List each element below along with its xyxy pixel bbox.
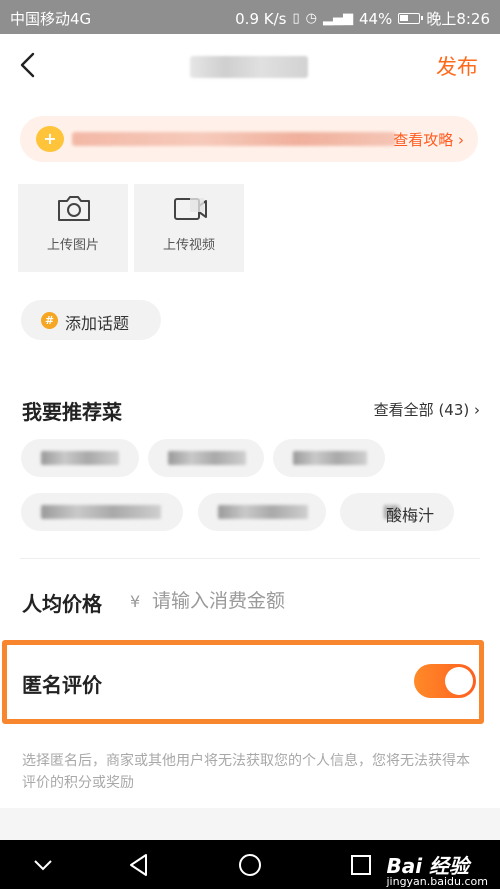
page-title-redacted — [190, 56, 308, 78]
dish-chip[interactable] — [198, 493, 326, 531]
add-topic-button[interactable]: # 添加话题 — [21, 300, 161, 340]
tip-banner[interactable]: + 查看攻略 › — [20, 116, 478, 162]
chevron-down-icon[interactable] — [30, 852, 56, 878]
average-price-label: 人均价格 — [22, 592, 102, 616]
battery-percent: 44% — [358, 9, 393, 28]
publish-button[interactable]: 发布 — [436, 51, 478, 81]
carrier-label: 中国移动4G — [10, 10, 92, 28]
back-arrow-icon[interactable] — [18, 52, 40, 78]
dish-chip-label: 酸梅汁 — [385, 506, 434, 525]
view-guide-link[interactable]: 查看攻略 › — [393, 129, 464, 150]
network-speed: 0.9 K/s — [235, 9, 287, 28]
section-divider — [20, 558, 480, 559]
recommend-dishes-title: 我要推荐菜 — [22, 400, 122, 424]
vibrate-icon: ▯ — [292, 11, 300, 26]
home-circle-icon[interactable] — [237, 852, 263, 878]
anonymous-note: 选择匿名后，商家或其他用户将无法获取您的个人信息，您将无法获得本评价的积分或奖励 — [22, 753, 470, 791]
dish-chip-redacted — [168, 451, 246, 465]
tip-text-redacted — [72, 132, 396, 146]
signal-icon: ▂▄▆ — [322, 11, 353, 26]
anonymous-review-label: 匿名评价 — [22, 673, 102, 697]
status-icons: 0.9 K/s ▯ ◷ ▂▄▆ 44% 晚上8:26 — [235, 8, 490, 29]
upload-photo-button[interactable]: 上传图片 — [18, 184, 128, 272]
alarm-icon: ◷ — [305, 11, 317, 26]
tip-badge-icon: + — [36, 126, 64, 152]
dish-chip[interactable] — [273, 439, 385, 477]
toggle-knob — [445, 667, 473, 695]
bottom-spacer — [0, 808, 500, 840]
dish-chip-redacted — [293, 451, 367, 465]
dish-chip-redacted — [41, 451, 119, 465]
upload-photo-label: 上传图片 — [46, 238, 99, 253]
clock: 晚上8:26 — [426, 10, 490, 28]
hashtag-icon: # — [41, 312, 58, 329]
video-icon — [174, 198, 207, 220]
watermark-site: jingyan.baidu.com — [386, 875, 488, 888]
price-input[interactable] — [152, 586, 492, 616]
dish-chip[interactable] — [148, 439, 264, 477]
add-topic-label: 添加话题 — [65, 314, 130, 333]
dish-chip-redacted — [41, 505, 161, 519]
dish-chip[interactable] — [21, 493, 183, 531]
baidu-watermark: Bai 经验 jingyan.baidu.com — [386, 850, 488, 888]
system-nav-bar: Bai 经验 jingyan.baidu.com — [0, 840, 500, 889]
recent-apps-icon[interactable] — [348, 852, 374, 878]
upload-video-label: 上传视频 — [162, 238, 215, 253]
dish-chip-redacted — [218, 505, 308, 519]
camera-icon — [58, 196, 90, 221]
upload-video-button[interactable]: 上传视频 — [134, 184, 244, 272]
back-triangle-icon[interactable] — [126, 852, 152, 878]
view-all-dishes-link[interactable]: 查看全部 (43) › — [374, 399, 480, 420]
anonymous-toggle[interactable] — [414, 664, 476, 698]
dish-chip[interactable] — [21, 439, 139, 477]
header: 发布 — [0, 34, 500, 96]
battery-icon — [398, 13, 424, 24]
currency-symbol: ¥ — [130, 592, 141, 611]
dish-chip[interactable]: 酸梅汁 — [340, 493, 454, 531]
status-bar: 中国移动4G 0.9 K/s ▯ ◷ ▂▄▆ 44% 晚上8:26 — [0, 0, 500, 34]
